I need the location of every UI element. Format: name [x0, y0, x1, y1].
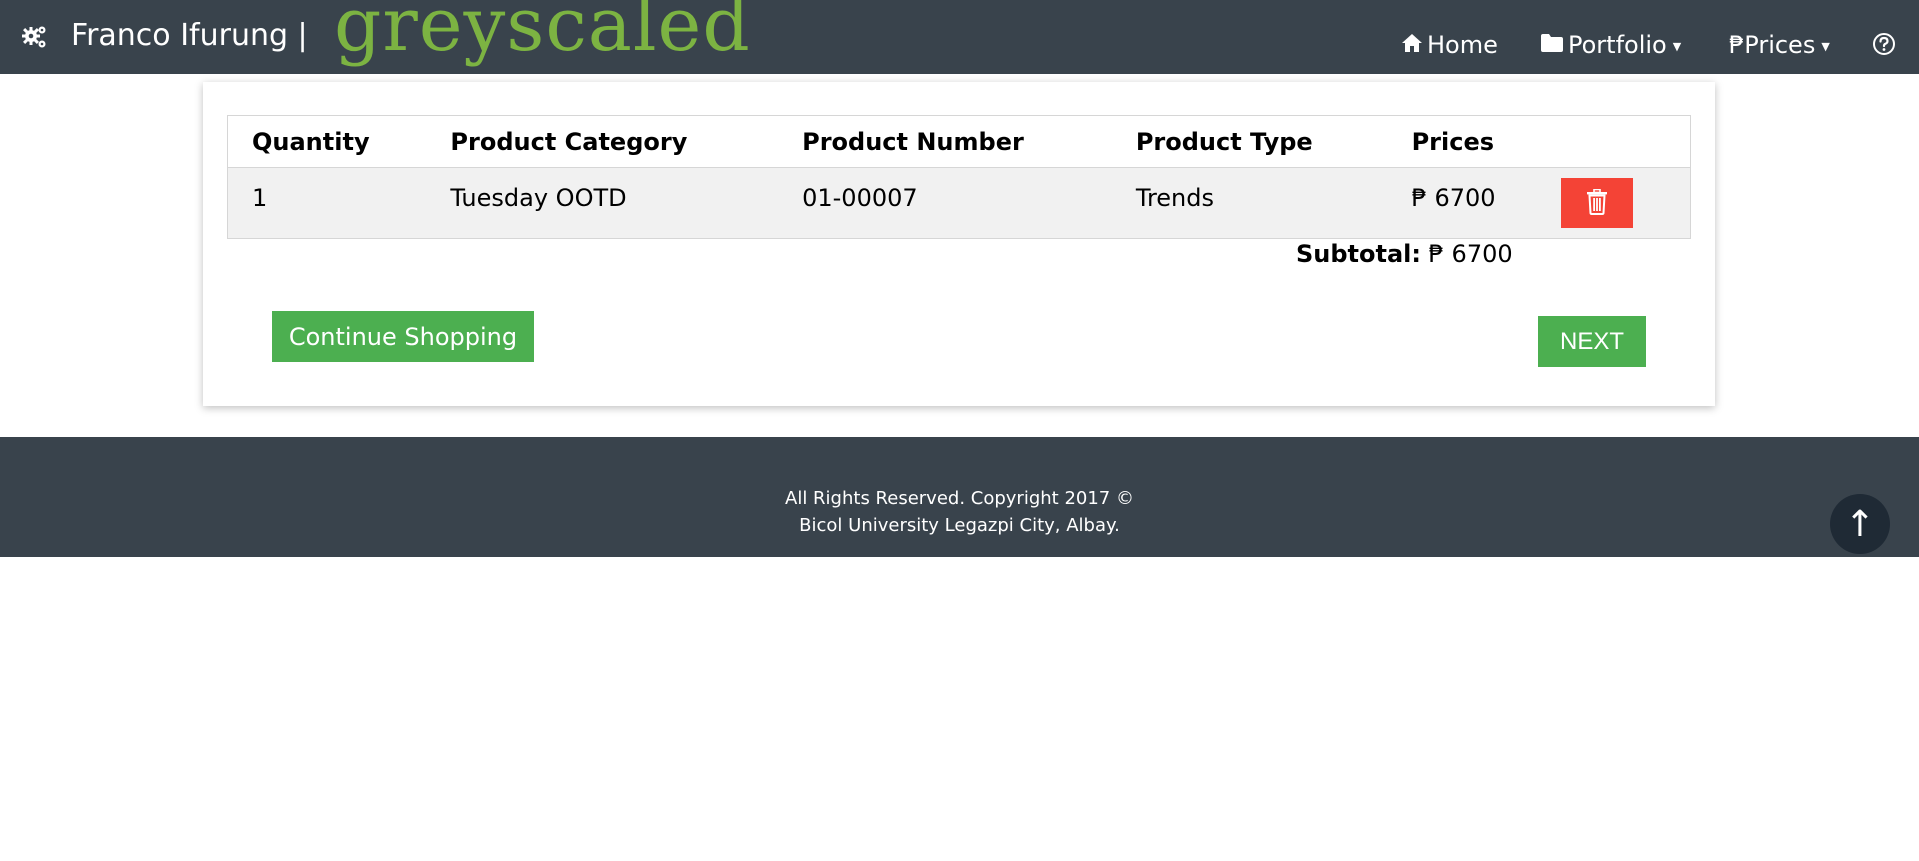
next-button[interactable]: NEXT — [1538, 316, 1646, 367]
cart-table: Quantity Product Category Product Number… — [227, 115, 1691, 239]
continue-shopping-button[interactable]: Continue Shopping — [272, 311, 534, 362]
nav-help[interactable] — [1872, 32, 1900, 62]
header-product-number: Product Number — [778, 115, 1112, 168]
brand-name[interactable]: Franco Ifurung | — [71, 18, 308, 53]
header-product-type: Product Type — [1111, 115, 1388, 168]
navbar: Franco Ifurung | greyscaled Home Portfol… — [0, 0, 1919, 74]
header-actions — [1536, 115, 1691, 168]
cell-price: ₱ 6700 — [1387, 167, 1537, 239]
cell-actions — [1536, 167, 1691, 239]
cell-quantity: 1 — [227, 167, 427, 239]
cell-product-category: Tuesday OOTD — [426, 167, 779, 239]
footer-copyright: All Rights Reserved. Copyright 2017 © — [785, 488, 1134, 509]
trash-icon — [1586, 188, 1608, 218]
nav-home-label: Home — [1427, 31, 1498, 59]
table-header-row: Quantity Product Category Product Number… — [227, 115, 1691, 168]
gears-icon — [22, 24, 48, 50]
scroll-to-top-button[interactable]: ↑ — [1830, 494, 1890, 554]
chevron-down-icon: ▼ — [1821, 39, 1830, 53]
header-quantity: Quantity — [227, 115, 427, 168]
nav-prices[interactable]: ₱Prices ▼ — [1729, 30, 1830, 60]
subtotal: Subtotal: ₱ 6700 — [1296, 240, 1513, 268]
footer: All Rights Reserved. Copyright 2017 © Bi… — [0, 437, 1919, 557]
cell-product-type: Trends — [1111, 167, 1388, 239]
nav-home[interactable]: Home — [1401, 30, 1498, 60]
nav-portfolio[interactable]: Portfolio ▼ — [1540, 30, 1681, 60]
chevron-down-icon: ▼ — [1672, 39, 1682, 53]
subtotal-label: Subtotal: — [1296, 240, 1422, 268]
cell-product-number: 01-00007 — [778, 167, 1112, 239]
folder-icon — [1540, 31, 1568, 59]
header-prices: Prices — [1387, 115, 1537, 168]
help-icon — [1872, 32, 1900, 62]
delete-item-button[interactable] — [1560, 178, 1633, 228]
nav-prices-label: ₱Prices — [1729, 31, 1816, 59]
home-icon — [1401, 31, 1427, 59]
header-product-category: Product Category — [426, 115, 779, 168]
footer-address: Bicol University Legazpi City, Albay. — [799, 515, 1120, 536]
table-row: 1 Tuesday OOTD 01-00007 Trends ₱ 6700 — [227, 167, 1691, 239]
subtotal-value: ₱ 6700 — [1428, 240, 1513, 268]
brand-logo[interactable]: greyscaled — [334, 0, 751, 62]
nav-portfolio-label: Portfolio — [1568, 31, 1667, 59]
cart-card: Quantity Product Category Product Number… — [203, 82, 1715, 406]
